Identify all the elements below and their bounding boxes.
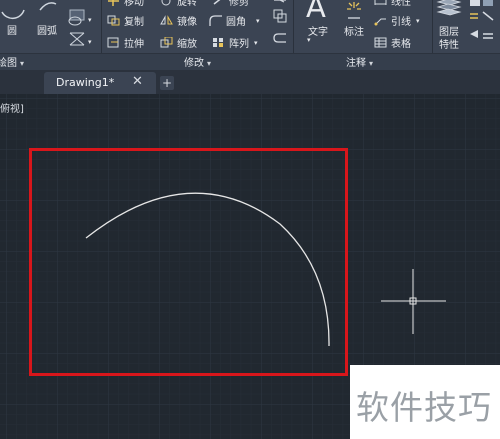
scale-button[interactable]: 缩放	[160, 35, 197, 50]
scale-icon	[160, 36, 173, 48]
stretch-label: 拉伸	[124, 39, 144, 50]
move-icon	[107, 0, 120, 6]
text-button[interactable]: 文字	[308, 23, 328, 38]
copy-label: 复制	[124, 17, 144, 28]
array-label: 阵列	[229, 39, 249, 50]
dropdown-arrow-icon[interactable]: ▾	[307, 36, 311, 44]
watermark: 软件技巧	[350, 365, 500, 439]
dropdown-arrow-icon[interactable]: ▾	[254, 39, 258, 47]
rotate-icon	[160, 0, 173, 6]
circle-button[interactable]: 圆	[7, 22, 17, 37]
tab-label: Drawing1*	[56, 76, 115, 89]
watermark-text: 软件技巧	[356, 388, 492, 427]
copy-icon	[107, 15, 120, 26]
trim-icon	[212, 0, 225, 6]
mirror-button[interactable]: 镜像	[160, 13, 197, 28]
stretch-button[interactable]: 拉伸	[107, 35, 144, 50]
copy-button[interactable]: 复制	[107, 13, 144, 28]
rotate-label: 旋转	[177, 0, 197, 8]
draw-panel-title-text: 绘图	[0, 58, 17, 69]
layer-properties-label-2[interactable]: 特性	[439, 36, 459, 51]
viewport-label[interactable]: 俯视]	[0, 100, 24, 115]
dimension-icon[interactable]	[344, 0, 364, 20]
linear-button[interactable]: 线性	[374, 0, 411, 8]
close-icon[interactable]: ✕	[132, 74, 143, 89]
layer-properties-icon[interactable]	[436, 0, 464, 22]
linear-label: 线性	[391, 0, 411, 8]
table-icon	[374, 37, 387, 48]
stretch-icon	[107, 37, 120, 48]
panel-title-bar	[0, 53, 500, 70]
leader-button[interactable]: 引线 ▾	[374, 13, 420, 28]
leader-icon	[374, 15, 387, 26]
dropdown-arrow-icon[interactable]: ▾	[88, 38, 92, 46]
trim-label: 修剪	[229, 0, 249, 8]
draw-panel-title[interactable]: 绘图 ▾	[0, 54, 24, 69]
fillet-button[interactable]: 圆角 ▾	[209, 13, 260, 28]
table-button[interactable]: 表格	[374, 35, 411, 50]
leader-label: 引线	[391, 17, 411, 28]
modify-panel-title-text: 修改	[184, 58, 204, 69]
layer-tools-icons[interactable]	[468, 0, 500, 52]
highlight-box	[29, 148, 348, 376]
text-icon[interactable]: A	[306, 0, 326, 24]
fillet-icon	[209, 15, 222, 26]
move-label: 移动	[124, 0, 144, 8]
fillet-label: 圆角	[226, 17, 246, 28]
panel-expand-arrow-icon: ▾	[20, 59, 25, 68]
modify-extra-icons[interactable]	[270, 0, 290, 52]
mirror-label: 镜像	[177, 17, 197, 28]
trim-button[interactable]: 修剪	[212, 0, 249, 8]
dropdown-arrow-icon[interactable]: ▾	[256, 17, 260, 25]
annotation-panel-title-bar[interactable]: 注释 ▾	[346, 54, 373, 69]
arc-button[interactable]: 圆弧	[37, 22, 57, 37]
annotation-panel-title-text: 注释	[346, 58, 366, 69]
dimension-button[interactable]: 标注	[344, 23, 364, 38]
table-label: 表格	[391, 39, 411, 50]
array-icon	[212, 37, 225, 48]
panel-expand-arrow-icon: ▾	[369, 59, 374, 68]
mirror-icon	[160, 15, 173, 26]
rotate-button[interactable]: 旋转	[160, 0, 197, 8]
linear-icon	[374, 0, 387, 6]
move-button[interactable]: 移动	[107, 0, 144, 8]
panel-expand-arrow-icon: ▾	[207, 59, 212, 68]
array-button[interactable]: 阵列 ▾	[212, 35, 258, 50]
new-tab-button[interactable]: +	[160, 76, 174, 90]
dropdown-arrow-icon[interactable]: ▾	[416, 17, 420, 25]
dropdown-arrow-icon[interactable]: ▾	[88, 16, 92, 24]
scale-label: 缩放	[177, 39, 197, 50]
modify-panel-title-bar[interactable]: 修改 ▾	[184, 54, 211, 69]
tab-drawing1[interactable]: Drawing1* ✕	[44, 72, 156, 94]
